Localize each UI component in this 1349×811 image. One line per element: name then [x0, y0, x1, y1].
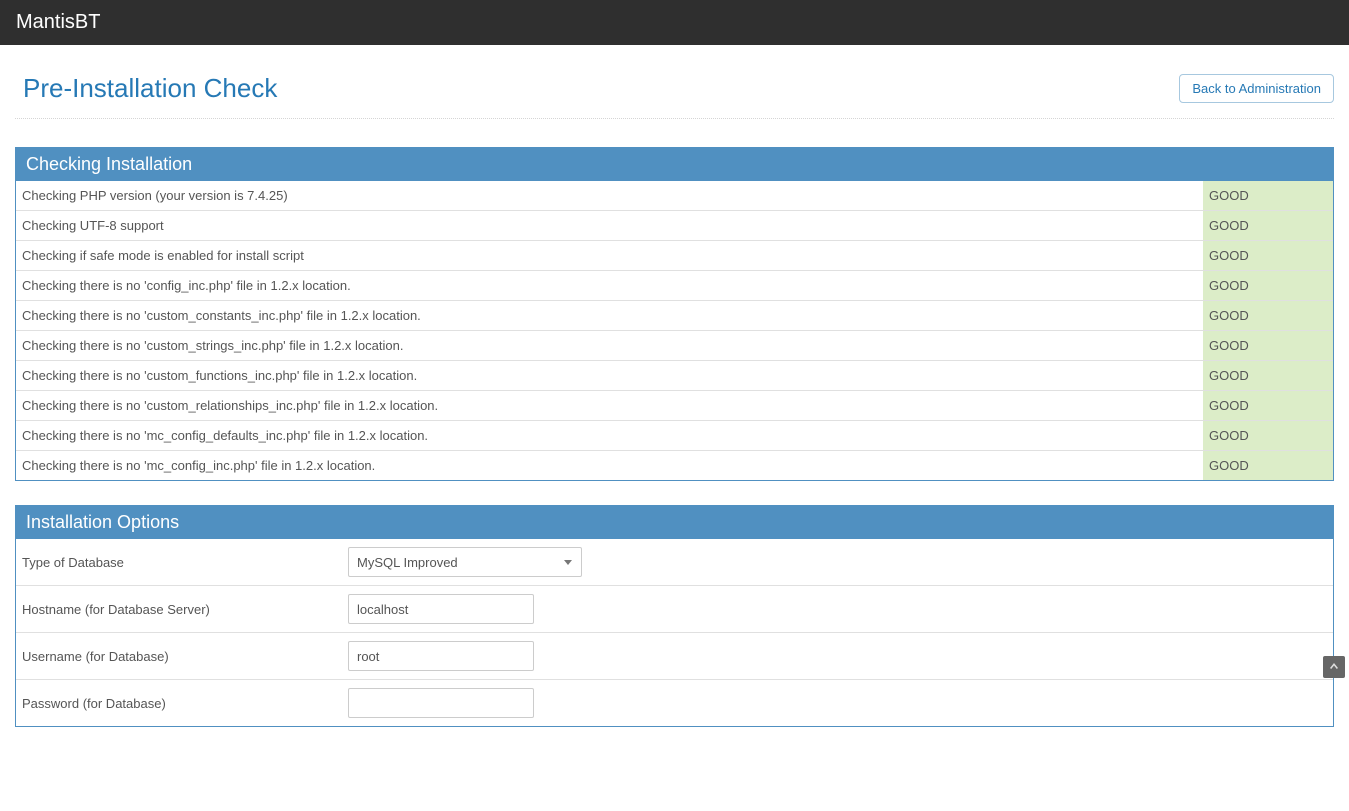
check-row-status: GOOD	[1203, 211, 1333, 241]
scroll-to-top-button[interactable]	[1323, 656, 1345, 678]
check-row-label: Checking if safe mode is enabled for ins…	[16, 241, 1203, 271]
db-type-label: Type of Database	[16, 539, 342, 586]
check-row-status: GOOD	[1203, 181, 1333, 211]
check-row: Checking there is no 'mc_config_inc.php'…	[16, 451, 1333, 481]
check-row-label: Checking there is no 'custom_functions_i…	[16, 361, 1203, 391]
option-row-hostname: Hostname (for Database Server)	[16, 586, 1333, 633]
installation-options-panel: Installation Options Type of Database My…	[15, 505, 1334, 727]
option-row-username: Username (for Database)	[16, 633, 1333, 680]
check-row-status: GOOD	[1203, 391, 1333, 421]
check-row-status: GOOD	[1203, 271, 1333, 301]
check-row-label: Checking there is no 'config_inc.php' fi…	[16, 271, 1203, 301]
hostname-label: Hostname (for Database Server)	[16, 586, 342, 633]
check-row: Checking there is no 'custom_constants_i…	[16, 301, 1333, 331]
installation-options-title: Installation Options	[16, 506, 1333, 539]
check-row-status: GOOD	[1203, 331, 1333, 361]
check-row-label: Checking PHP version (your version is 7.…	[16, 181, 1203, 211]
check-row: Checking if safe mode is enabled for ins…	[16, 241, 1333, 271]
page-title: Pre-Installation Check	[23, 73, 277, 104]
check-row-status: GOOD	[1203, 301, 1333, 331]
hostname-input[interactable]	[348, 594, 534, 624]
check-row-label: Checking there is no 'mc_config_inc.php'…	[16, 451, 1203, 481]
check-row: Checking there is no 'custom_strings_inc…	[16, 331, 1333, 361]
username-input[interactable]	[348, 641, 534, 671]
check-row: Checking there is no 'custom_functions_i…	[16, 361, 1333, 391]
check-row-label: Checking UTF-8 support	[16, 211, 1203, 241]
check-row: Checking PHP version (your version is 7.…	[16, 181, 1333, 211]
password-label: Password (for Database)	[16, 680, 342, 727]
check-row-status: GOOD	[1203, 241, 1333, 271]
check-table: Checking PHP version (your version is 7.…	[16, 181, 1333, 480]
check-row-label: Checking there is no 'custom_strings_inc…	[16, 331, 1203, 361]
chevron-up-icon	[1329, 660, 1339, 674]
check-row-label: Checking there is no 'custom_relationshi…	[16, 391, 1203, 421]
check-row: Checking there is no 'custom_relationshi…	[16, 391, 1333, 421]
password-input[interactable]	[348, 688, 534, 718]
checking-installation-panel: Checking Installation Checking PHP versi…	[15, 147, 1334, 481]
check-row-status: GOOD	[1203, 421, 1333, 451]
check-row: Checking there is no 'mc_config_defaults…	[16, 421, 1333, 451]
option-row-password: Password (for Database)	[16, 680, 1333, 727]
options-table: Type of Database MySQL Improved Hostname…	[16, 539, 1333, 726]
username-label: Username (for Database)	[16, 633, 342, 680]
check-row: Checking UTF-8 supportGOOD	[16, 211, 1333, 241]
option-row-db-type: Type of Database MySQL Improved	[16, 539, 1333, 586]
app-title: MantisBT	[16, 11, 100, 34]
db-type-select[interactable]: MySQL Improved	[348, 547, 582, 577]
check-row-label: Checking there is no 'custom_constants_i…	[16, 301, 1203, 331]
check-row-status: GOOD	[1203, 361, 1333, 391]
check-row-label: Checking there is no 'mc_config_defaults…	[16, 421, 1203, 451]
topbar: MantisBT	[0, 0, 1349, 45]
page-header: Pre-Installation Check Back to Administr…	[15, 65, 1334, 119]
back-to-admin-button[interactable]: Back to Administration	[1179, 74, 1334, 103]
check-row: Checking there is no 'config_inc.php' fi…	[16, 271, 1333, 301]
check-row-status: GOOD	[1203, 451, 1333, 481]
checking-installation-title: Checking Installation	[16, 148, 1333, 181]
